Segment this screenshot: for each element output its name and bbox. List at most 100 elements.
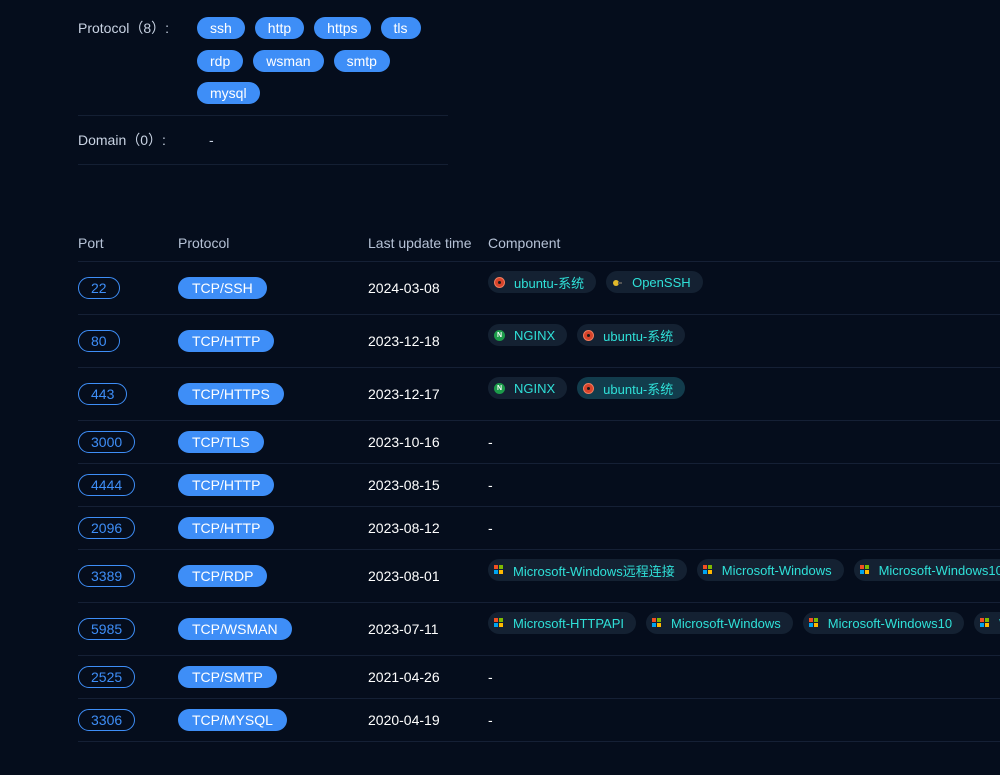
protocol-column-header: Protocol	[178, 235, 230, 251]
nginx-icon: N	[494, 329, 505, 341]
protocol-tag-ssh[interactable]: ssh	[197, 17, 245, 39]
protocol-tag-tls[interactable]: tls	[380, 17, 421, 39]
windows-icon	[494, 618, 504, 628]
protocol-badge: TCP/HTTP	[178, 474, 275, 496]
protocol-cell: TCP/HTTPS	[178, 383, 368, 405]
component-chip[interactable]: Microsoft-Windows	[646, 612, 793, 634]
component-chip[interactable]: ubuntu-系统	[488, 271, 597, 293]
protocol-badge: TCP/SSH	[178, 277, 267, 299]
updated-cell: 2023-12-18	[368, 333, 440, 349]
empty-value: -	[488, 712, 493, 728]
component-chip[interactable]: ubuntu-系统	[577, 377, 686, 399]
table-row: 3000 TCP/TLS 2023-10-16 -	[78, 421, 1000, 464]
component-chip[interactable]: ubuntu-系统	[577, 324, 686, 346]
protocol-cell: TCP/WSMAN	[178, 618, 368, 640]
table-row: 80 TCP/HTTP 2023-12-18 N NGINX ubuntu-系统	[78, 315, 1000, 368]
protocol-tag-list: ssh http https tls rdp wsman smtp mysql	[197, 17, 437, 115]
component-chip[interactable]: Microsoft-Windows10	[802, 612, 965, 634]
windows-icon	[494, 565, 504, 575]
component-cell: -	[488, 669, 1000, 685]
protocol-cell: TCP/TLS	[178, 431, 368, 453]
component-label: Microsoft-Windows	[721, 562, 832, 578]
component-label: NGINX	[514, 380, 556, 396]
table-body: 22 TCP/SSH 2024-03-08 ubuntu-系统 OpenSSH 80 TCP…	[78, 262, 1000, 742]
component-label: Microsoft-Windows10	[827, 615, 953, 631]
port-cell: 4444	[78, 474, 178, 496]
protocol-cell: TCP/HTTP	[178, 474, 368, 496]
component-cell: Microsoft-HTTPAPI Microsoft-Windows Micros…	[488, 603, 1000, 634]
component-label: Microsoft-Windows	[671, 615, 781, 631]
ubuntu-icon	[494, 276, 505, 288]
component-label: Microsoft-HTTPAPI	[513, 615, 624, 631]
host-info-panel: Protocol（8）: ssh http https tls rdp wsman smtp…	[78, 0, 448, 165]
ubuntu-icon	[583, 382, 595, 394]
component-label: NGINX	[514, 327, 556, 343]
component-chip[interactable]: Microsoft-Windows远程连接	[488, 559, 687, 581]
protocol-badge: TCP/HTTP	[178, 517, 275, 539]
port-tag[interactable]: 3000	[78, 431, 136, 453]
table-row: 2525 TCP/SMTP 2021-04-26 -	[78, 656, 1000, 699]
protocol-tag-wsman[interactable]: wsman	[253, 49, 324, 72]
empty-value: -	[488, 434, 493, 450]
updated-cell: 2023-08-01	[368, 568, 440, 584]
domain-row: Domain（0）: -	[78, 116, 448, 165]
component-chip[interactable]: N NGINX	[488, 324, 568, 346]
component-cell: -	[488, 520, 1000, 536]
port-tag[interactable]: 3306	[78, 709, 136, 731]
port-cell: 2096	[78, 517, 178, 539]
updated-cell: 2023-08-12	[368, 520, 440, 536]
component-chip[interactable]: OpenSSH	[606, 271, 703, 293]
port-cell: 80	[78, 330, 178, 352]
updated-cell: 2020-04-19	[368, 712, 440, 728]
port-cell: 3389	[78, 565, 178, 587]
domain-label: Domain（0）:	[78, 132, 166, 148]
windows-icon	[652, 618, 662, 628]
updated-column-header: Last update time	[368, 235, 472, 251]
protocol-cell: TCP/HTTP	[178, 330, 368, 352]
domain-value: -	[209, 132, 214, 148]
protocol-badge: TCP/HTTPS	[178, 383, 284, 405]
protocol-badge: TCP/SMTP	[178, 666, 277, 688]
component-chip[interactable]: Microsoft-HTTPAPI	[488, 612, 636, 634]
protocol-badge: TCP/HTTP	[178, 330, 275, 352]
table-row: 4444 TCP/HTTP 2023-08-15 -	[78, 464, 1000, 507]
component-cell: N NGINX ubuntu-系统	[488, 368, 1000, 399]
port-tag[interactable]: 5985	[78, 618, 136, 640]
protocol-badge: TCP/TLS	[178, 431, 264, 453]
port-tag[interactable]: 2525	[78, 666, 136, 688]
updated-cell: 2023-12-17	[368, 386, 440, 402]
protocol-row: Protocol（8）: ssh http https tls rdp wsman smtp…	[78, 0, 448, 116]
component-chip[interactable]: N NGINX	[488, 377, 568, 399]
updated-cell: 2024-03-08	[368, 280, 440, 296]
port-tag[interactable]: 2096	[78, 517, 136, 539]
component-chip[interactable]: Microsoft-Windows	[696, 559, 844, 581]
protocol-cell: TCP/HTTP	[178, 517, 368, 539]
protocol-label: Protocol（8）:	[78, 20, 170, 36]
protocol-tag-http[interactable]: http	[254, 17, 305, 39]
table-row: 5985 TCP/WSMAN 2023-07-11 Microsoft-HTTPAPI…	[78, 603, 1000, 656]
component-chip[interactable]: Microsoft-Windows10	[853, 559, 1000, 581]
component-cell: -	[488, 477, 1000, 493]
component-chip[interactable]: Window	[974, 612, 1000, 634]
component-label: Microsoft-Windows远程连接	[513, 563, 675, 579]
ubuntu-icon	[583, 329, 595, 341]
windows-icon	[859, 565, 870, 575]
port-cell: 22	[78, 277, 178, 299]
table-row: 3306 TCP/MYSQL 2020-04-19 -	[78, 699, 1000, 742]
table-row: 443 TCP/HTTPS 2023-12-17 N NGINX ubuntu-系统	[78, 368, 1000, 421]
port-tag[interactable]: 4444	[78, 474, 136, 496]
port-tag[interactable]: 80	[78, 330, 120, 352]
protocol-tag-mysql[interactable]: mysql	[197, 82, 260, 105]
openssh-icon	[612, 277, 623, 288]
protocol-badge: TCP/WSMAN	[178, 618, 292, 640]
port-tag[interactable]: 3389	[78, 565, 136, 587]
component-cell: ubuntu-系统 OpenSSH	[488, 262, 1000, 293]
port-tag[interactable]: 443	[78, 383, 128, 405]
port-cell: 2525	[78, 666, 178, 688]
protocol-tag-smtp[interactable]: smtp	[333, 49, 390, 72]
port-tag[interactable]: 22	[78, 277, 120, 299]
protocol-tag-rdp[interactable]: rdp	[197, 49, 244, 72]
protocol-tag-https[interactable]: https	[314, 17, 371, 39]
updated-cell: 2023-10-16	[368, 434, 440, 450]
component-cell: Microsoft-Windows远程连接 Microsoft-Windows Mi…	[488, 550, 1000, 581]
